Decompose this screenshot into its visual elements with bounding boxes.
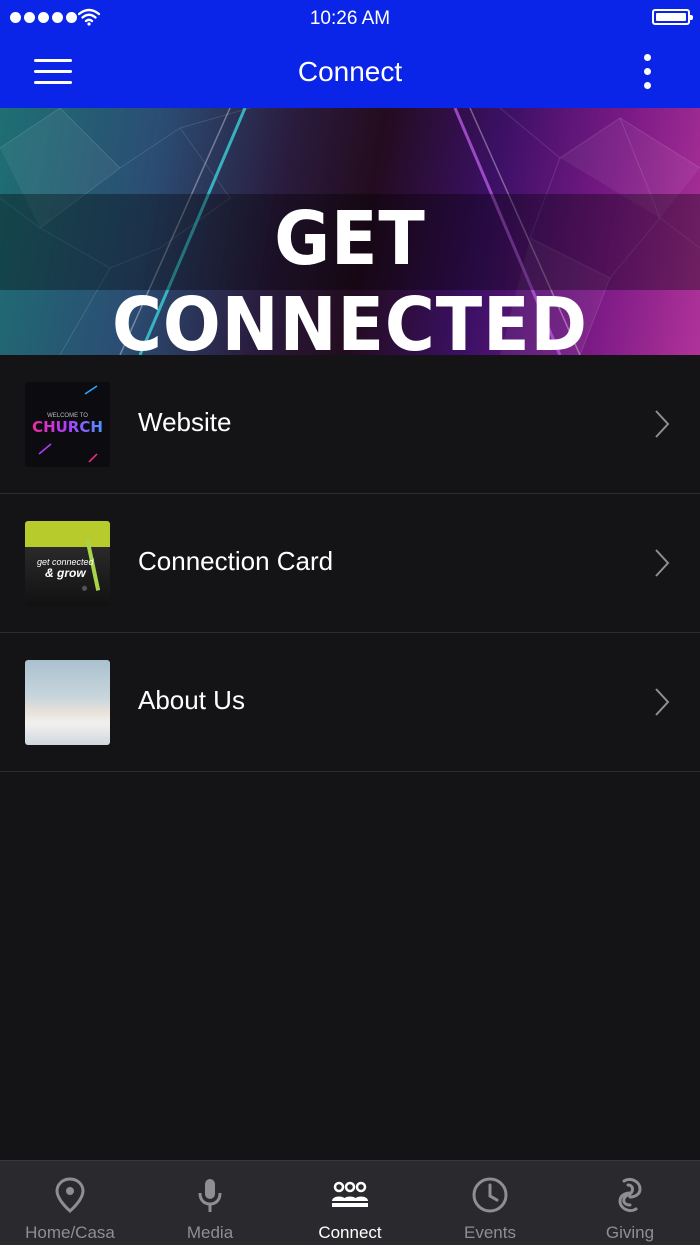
list-item-label: Website (138, 407, 232, 437)
tab-label: Connect (318, 1223, 382, 1242)
tab-home[interactable]: Home/Casa (0, 1161, 140, 1245)
giving-icon (618, 1177, 642, 1213)
status-bar: 10:26 AM (0, 0, 700, 36)
thumb-line-2: & grow (45, 566, 86, 580)
clock-icon (472, 1177, 508, 1213)
list-item-label: About Us (138, 685, 245, 715)
status-time: 10:26 AM (309, 8, 391, 29)
microphone-icon (198, 1179, 222, 1212)
tab-connect[interactable]: Connect (280, 1161, 420, 1245)
tab-label: Events (464, 1223, 516, 1242)
battery-icon (652, 9, 693, 25)
nav-bar: Connect (0, 36, 700, 108)
tab-media[interactable]: Media (140, 1161, 280, 1245)
list-item-label: Connection Card (138, 546, 334, 576)
website-thumbnail: WELCOME TO CHURCH (25, 382, 110, 467)
page-title: Connect (297, 56, 403, 87)
list-item-website[interactable]: WELCOME TO CHURCH Website (0, 355, 700, 494)
connection-card-thumbnail: get connected & grow (25, 521, 110, 606)
connect-list: WELCOME TO CHURCH Website get connected … (0, 355, 700, 772)
more-vertical-icon[interactable] (638, 54, 656, 90)
tab-events[interactable]: Events (420, 1161, 560, 1245)
list-item-connection-card[interactable]: get connected & grow Connection Card (0, 494, 700, 633)
chevron-right-icon (655, 549, 670, 577)
tab-label: Home/Casa (25, 1223, 115, 1242)
list-item-about-us[interactable]: About Us (0, 633, 700, 772)
chevron-right-icon (655, 410, 670, 438)
banner-title: GET CONNECTED (111, 196, 588, 355)
tab-giving[interactable]: Giving (560, 1161, 700, 1245)
tab-bar: Home/Casa Media Connect Events Giving (0, 1160, 700, 1245)
thumb-title: CHURCH (25, 418, 110, 436)
tab-label: Giving (605, 1223, 655, 1242)
about-us-thumbnail (25, 660, 110, 745)
group-icon (332, 1181, 368, 1207)
chevron-right-icon (655, 688, 670, 716)
hero-banner: GET CONNECTED (0, 108, 700, 355)
location-pin-icon (55, 1177, 85, 1213)
tab-label: Media (186, 1223, 234, 1242)
